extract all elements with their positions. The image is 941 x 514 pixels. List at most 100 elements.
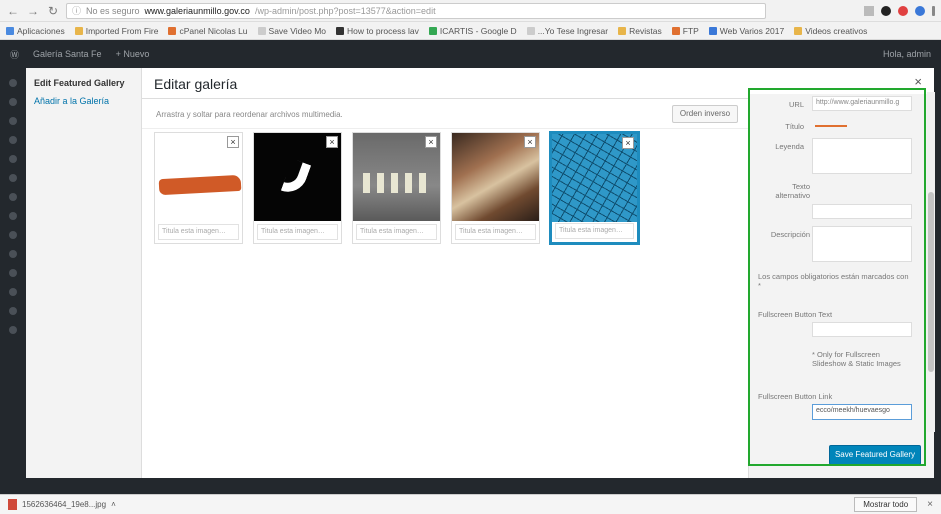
description-field[interactable] [812,226,912,262]
url-label: URL [788,100,804,109]
menu-dot-icon [9,117,17,125]
page-icon [708,26,717,35]
drive-icon [428,26,437,35]
url-field[interactable]: http://www.galeriaunmillo.g [812,96,912,111]
close-icon[interactable]: × [914,74,922,89]
menu-dot-icon [9,136,17,144]
wp-admin-bar: Ⓦ Galería Santa Fe + Nuevo Hola, admin [0,40,941,68]
star-icon[interactable] [864,5,874,16]
extension-dark-icon[interactable] [881,5,891,16]
fullscreen-link-label: Fullscreen Button Link [758,392,833,401]
site-name[interactable]: Galería Santa Fe [33,49,102,59]
back-icon[interactable]: ← [6,4,20,18]
drag-instructions: Arrastra y soltar para reordenar archivo… [156,110,343,119]
extension-blue-icon[interactable] [915,5,925,16]
extension-red-icon[interactable] [898,5,908,16]
bookmark[interactable]: Aplicaciones [6,26,65,36]
menu-item-add-to-gallery[interactable]: Añadir a la Galería [34,96,133,106]
wordpress-icon[interactable]: Ⓦ [10,48,19,61]
bookmark[interactable]: Videos creativos [794,26,867,36]
menu-dot-icon [9,269,17,277]
gallery-item-selected[interactable]: × Titula esta imagen… [550,132,639,244]
modal-title: Editar galería [154,76,238,92]
page-icon [526,26,535,35]
menu-dot-icon [9,193,17,201]
divider [142,128,748,129]
caption-label: Leyenda [775,142,804,151]
bookmark[interactable]: Save Video Mo [257,26,326,36]
gallery-thumbnails: × Titula esta imagen… × Titula esta imag… [154,132,639,244]
gallery-item[interactable]: × Titula esta imagen… [451,132,540,244]
menu-dot-icon [9,98,17,106]
address-bar[interactable]: ⓘ No es seguro www.galeriaunmillo.gov.co… [66,2,766,19]
show-all-button[interactable]: Mostrar todo [854,497,918,512]
bookmark[interactable]: FTP [671,26,699,36]
menu-dot-icon [9,212,17,220]
bookmark[interactable]: cPanel Nicolas Lu [168,26,248,36]
gallery-item[interactable]: × Titula esta imagen… [352,132,441,244]
caption-input[interactable]: Titula esta imagen… [257,224,338,240]
menu-dot-icon [9,250,17,258]
bookmark[interactable]: Revistas [618,26,662,36]
page-icon [257,26,266,35]
remove-icon[interactable]: × [326,136,338,148]
menu-dot-icon [9,79,17,87]
menu-dot-icon [9,174,17,182]
fullscreen-link-field[interactable]: ecco/meekh/huevaesgo [812,404,912,420]
download-item[interactable]: 1562636464_19e8...jpg ˄ [8,499,116,510]
download-file-name: 1562636464_19e8...jpg [22,500,107,509]
new-content-link[interactable]: + Nuevo [116,49,150,59]
cpanel-icon [168,26,177,35]
download-bar: 1562636464_19e8...jpg ˄ Mostrar todo × [0,494,941,514]
forward-icon[interactable]: → [26,4,40,18]
description-label: Descripción [770,230,810,239]
caption-input[interactable]: Titula esta imagen… [158,224,239,240]
wp-admin-sidebar [0,68,26,478]
ftp-icon [671,26,680,35]
save-featured-gallery-button[interactable]: Save Featured Gallery [829,445,921,465]
menu-item-edit-gallery[interactable]: Edit Featured Gallery [34,78,133,88]
menu-dot-icon [9,155,17,163]
user-greeting[interactable]: Hola, admin [883,49,931,59]
menu-dot-icon [9,307,17,315]
alt-text-label: Texto alternativo [775,182,810,200]
bookmark[interactable]: Web Varios 2017 [708,26,784,36]
title-label: Título [785,122,804,131]
gallery-item[interactable]: × Titula esta imagen… [253,132,342,244]
remove-icon[interactable]: × [425,136,437,148]
remove-icon[interactable]: × [622,137,634,149]
fullscreen-text-field[interactable] [812,322,912,337]
chevron-up-icon[interactable]: ˄ [111,500,116,509]
url-path: /wp-admin/post.php?post=13577&action=edi… [254,5,436,16]
menu-icon[interactable] [932,5,935,16]
media-menu: Edit Featured Gallery Añadir a la Galerí… [26,68,142,478]
alt-text-field[interactable] [812,204,912,219]
folder-icon [794,26,803,35]
claw-shape [280,158,312,198]
reverse-order-button[interactable]: Orden inverso [672,105,738,123]
remove-icon[interactable]: × [227,136,239,148]
url-domain: www.galeriaunmillo.gov.co [144,5,250,16]
folder-icon [618,26,627,35]
gallery-item[interactable]: × Titula esta imagen… [154,132,243,244]
bookmark[interactable]: Imported From Fire [74,26,158,36]
scrollbar[interactable] [927,92,935,432]
caption-field[interactable] [812,138,912,174]
folder-icon [74,26,83,35]
caption-input[interactable]: Titula esta imagen… [555,223,634,239]
reload-icon[interactable]: ↻ [46,4,60,18]
image-file-icon [8,499,17,510]
insecure-label: No es seguro [86,5,140,16]
fullscreen-note: * Only for Fullscreen Slideshow & Static… [812,350,901,368]
caption-input[interactable]: Titula esta imagen… [455,224,536,240]
required-fields-note: Los campos obligatorios están marcados c… [758,272,909,290]
close-icon[interactable]: × [927,499,933,510]
fullscreen-text-label: Fullscreen Button Text [758,310,833,319]
bookmark[interactable]: How to process lav [336,26,419,36]
menu-dot-icon [9,288,17,296]
bookmark[interactable]: ...Yo Tese Ingresar [526,26,608,36]
bookmarks-bar: Aplicaciones Imported From Fire cPanel N… [0,22,941,40]
remove-icon[interactable]: × [524,136,536,148]
caption-input[interactable]: Titula esta imagen… [356,224,437,240]
bookmark[interactable]: ICARTIS - Google D [428,26,517,36]
